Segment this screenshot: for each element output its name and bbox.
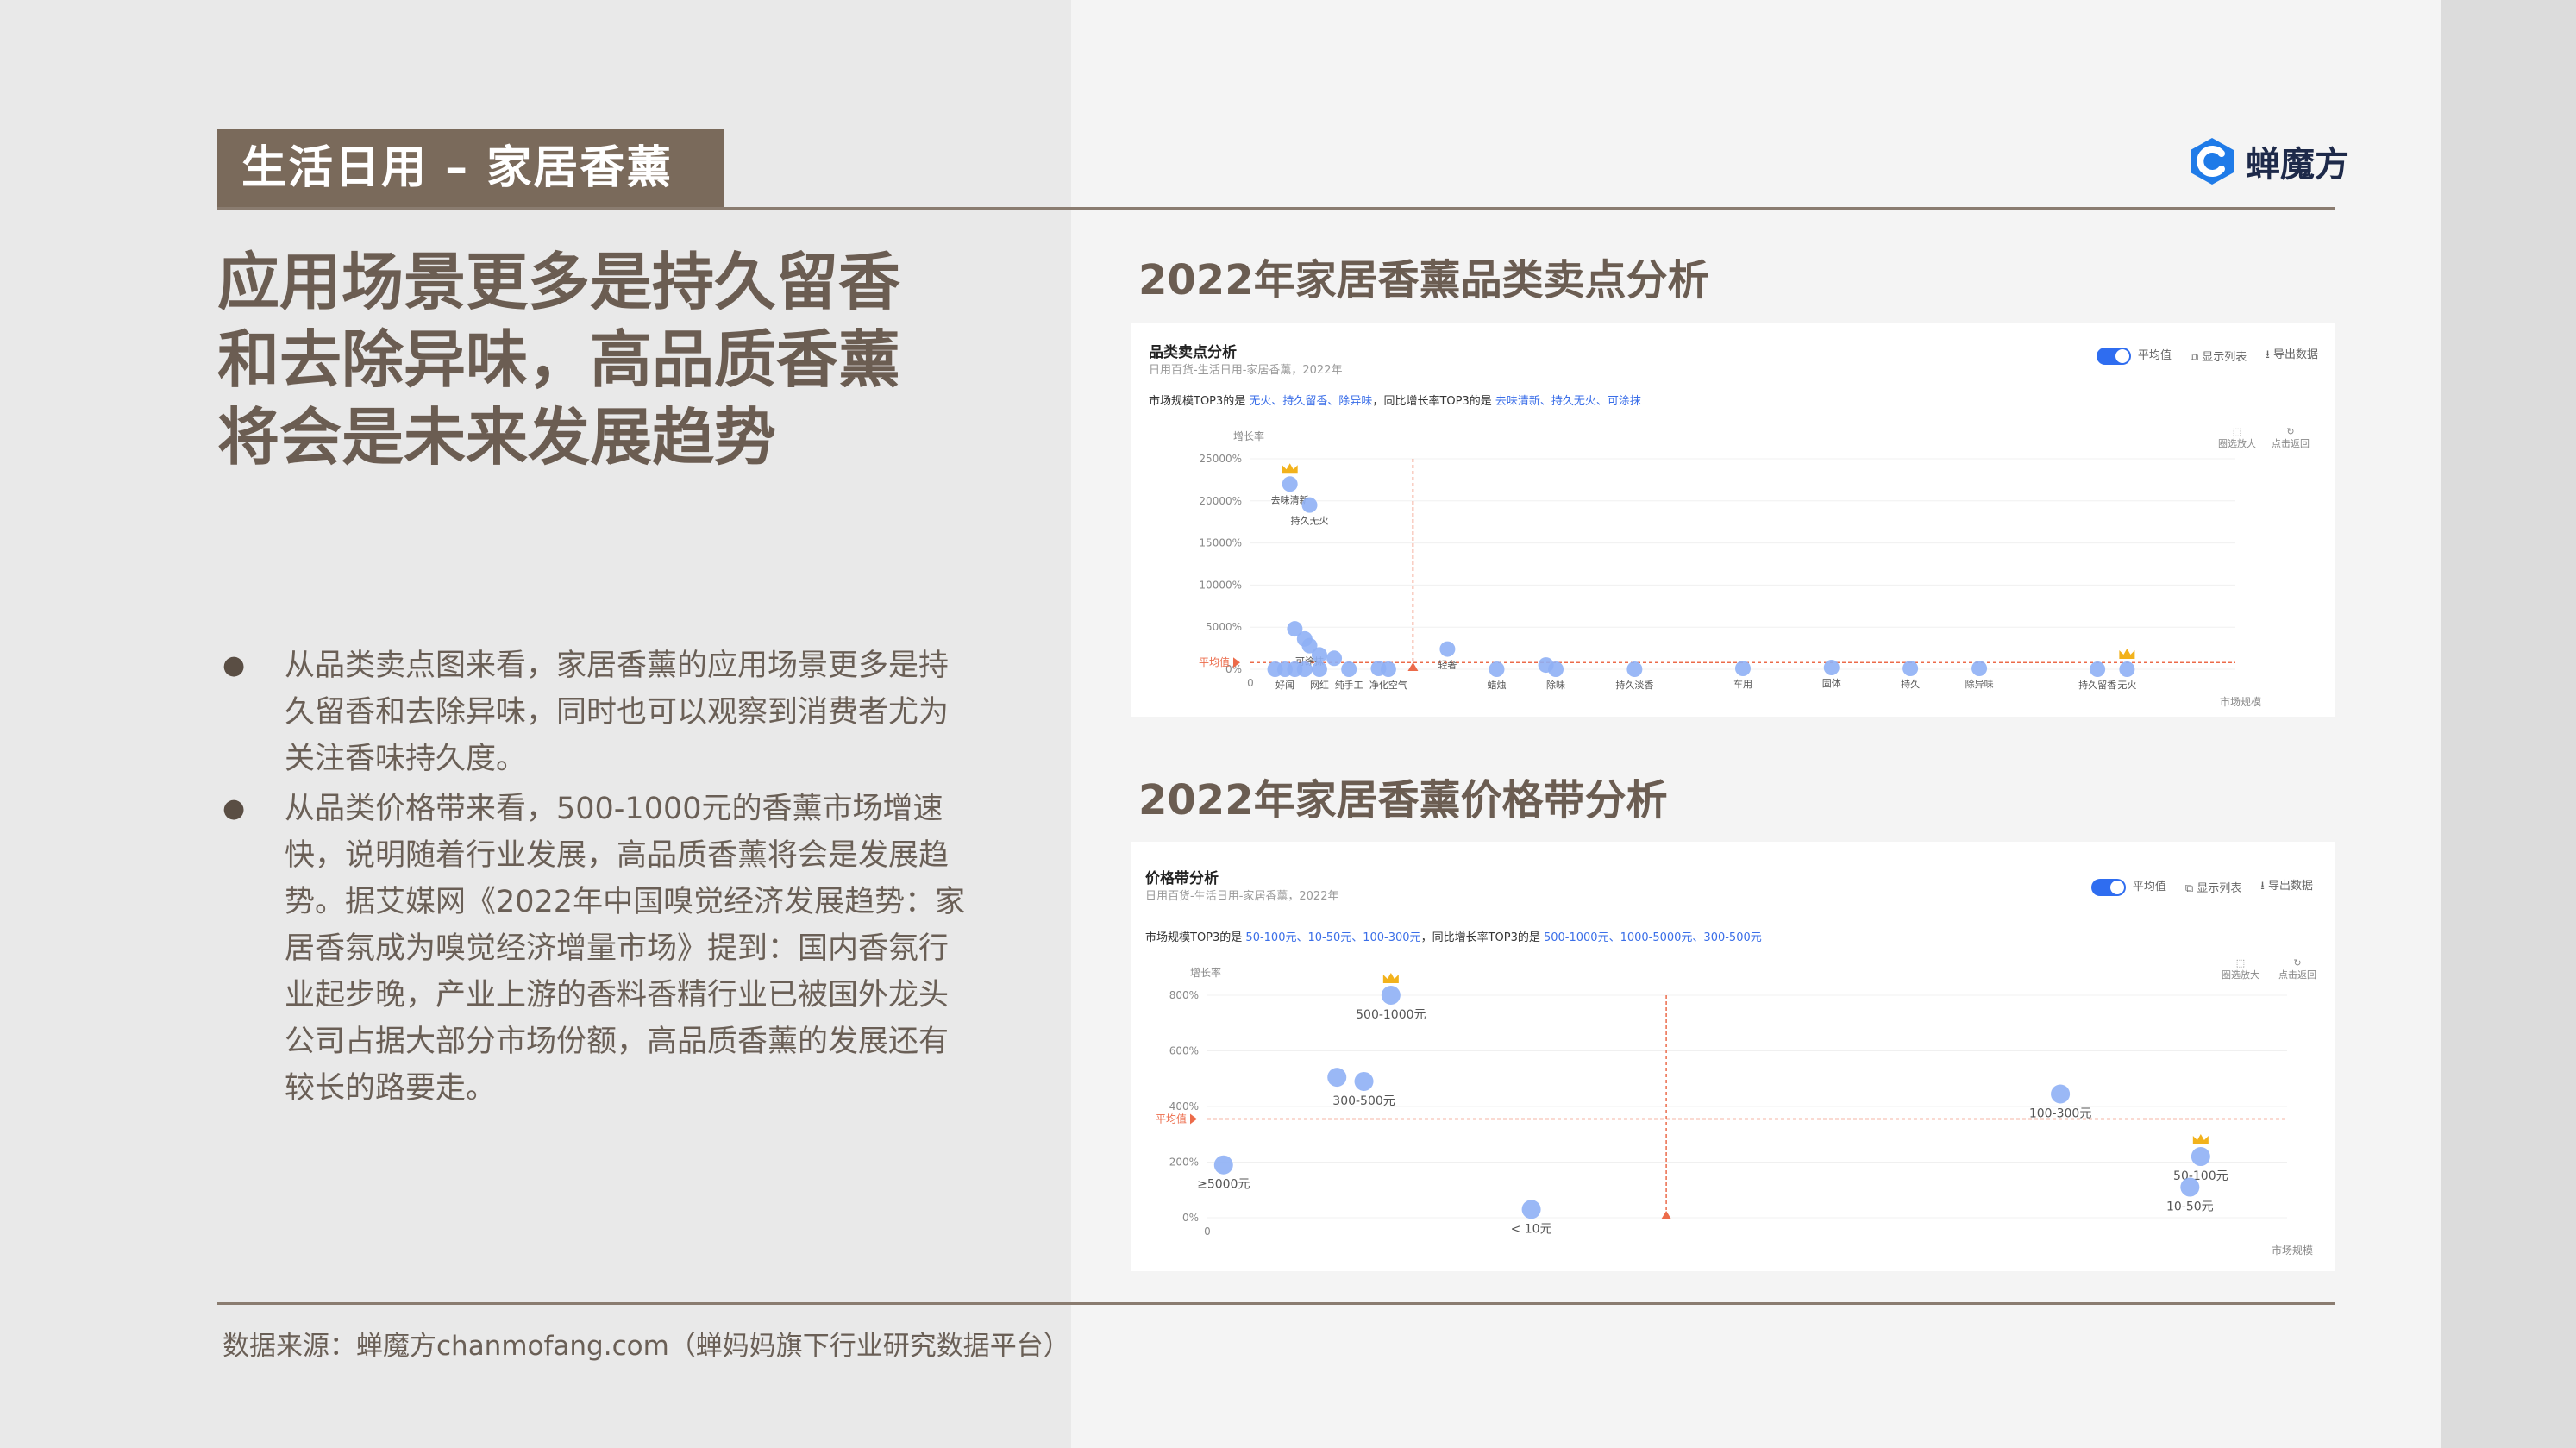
data-point <box>2191 1147 2210 1167</box>
point-label: ≥5000元 <box>1197 1178 1250 1192</box>
point-label: < 10元 <box>1511 1222 1552 1236</box>
point-label: 净化空气 <box>1369 679 1407 691</box>
data-point <box>1971 661 1988 677</box>
point-label: 持久淡香 <box>1615 679 1653 691</box>
bullet-text: 从品类价格带来看，500-1000元的香薰市场增速快，说明随着行业发展，高品质香… <box>285 792 966 1106</box>
data-source: 数据来源：蝉魔方chanmofang.com（蝉妈妈旗下行业研究数据平台） <box>223 1331 1070 1362</box>
data-point <box>1381 986 1401 1005</box>
point-label: 蜡烛 <box>1488 680 1507 691</box>
point-label: 车用 <box>1733 678 1752 690</box>
point-label: 轻奢 <box>1438 659 1457 671</box>
point-label: 网红 <box>1310 680 1329 691</box>
average-marker-icon <box>1407 662 1419 671</box>
point-label: 持久留香 <box>2078 679 2116 691</box>
bullet-text: 从品类卖点图来看，家居香薰的应用场景更多是持久留香和去除异味，同时也可以观察到消… <box>285 649 950 776</box>
brand-logo: 蝉魔方 <box>2187 136 2349 186</box>
data-point <box>1548 661 1564 677</box>
data-point <box>2051 1084 2071 1104</box>
y-tick-label: 0% <box>1182 1212 1199 1224</box>
data-point <box>1823 660 1840 676</box>
data-point <box>1327 1068 1347 1088</box>
y-axis-label: 增长率 <box>1233 429 1264 442</box>
chanmofang-logo-icon <box>2191 138 2234 185</box>
data-point <box>1902 661 1919 677</box>
y-axis-label: 增长率 <box>1190 966 1221 979</box>
headline-line: 和去除异味，高品质香薰 <box>217 323 901 396</box>
y-tick-label: 5000% <box>1206 621 1242 633</box>
scatter-chart-price-band: 增长率 800% 600% 400% 200% 0% 0 市场规模 平均值 500-1000元 30… <box>1156 966 2313 1257</box>
section2-title: 2022年家居香薰价格带分析 <box>1138 776 1668 824</box>
x-origin-label: 0 <box>1247 677 1254 689</box>
data-point <box>1439 641 1456 657</box>
data-point <box>2119 661 2135 677</box>
header-rule <box>217 207 2335 210</box>
brand-name: 蝉魔方 <box>2246 145 2349 185</box>
data-point <box>1489 661 1505 677</box>
point-label: 好闻 <box>1275 679 1294 691</box>
y-tick-label: 800% <box>1169 989 1199 1001</box>
crown-icon <box>2119 649 2135 659</box>
average-label: 平均值 <box>1199 655 1230 668</box>
y-tick-label: 200% <box>1169 1157 1199 1169</box>
y-tick-label: 400% <box>1169 1100 1199 1113</box>
bullet-dot-icon: ● <box>223 650 246 680</box>
crown-icon <box>1382 973 1399 983</box>
average-marker-icon <box>1190 1113 1197 1125</box>
y-tick-label: 20000% <box>1199 495 1242 507</box>
x-origin-label: 0 <box>1204 1225 1211 1238</box>
section-tag: 生活日用 – 家居香薰 <box>217 129 724 208</box>
headline-line: 应用场景更多是持久留香 <box>217 246 901 318</box>
crown-icon <box>1282 463 1298 474</box>
point-label: 纯手工 <box>1335 679 1363 691</box>
data-point <box>1626 661 1643 677</box>
point-label: 50-100元 <box>2173 1169 2228 1183</box>
data-point <box>2180 1177 2200 1197</box>
bullet-item: ● 从品类价格带来看，500-1000元的香薰市场增速快，说明随着行业发展，高品… <box>217 786 976 1112</box>
data-point <box>2090 661 2106 677</box>
right-edge-strip <box>2441 0 2576 1448</box>
y-tick-label: 600% <box>1169 1045 1199 1057</box>
bullet-list: ● 从品类卖点图来看，家居香薰的应用场景更多是持久留香和去除异味，同时也可以观察… <box>217 643 976 1115</box>
footer-rule <box>217 1302 2335 1305</box>
y-tick-label: 10000% <box>1199 579 1242 591</box>
section1-title: 2022年家居香薰品类卖点分析 <box>1138 256 1709 304</box>
headline-line: 将会是未来发展趋势 <box>217 401 777 473</box>
data-point <box>1213 1155 1233 1175</box>
data-point <box>1341 661 1357 677</box>
bullet-item: ● 从品类卖点图来看，家居香薰的应用场景更多是持久留香和去除异味，同时也可以观察… <box>217 643 976 782</box>
data-point <box>1282 476 1298 492</box>
average-marker-icon <box>1661 1211 1672 1219</box>
point-label: 300-500元 <box>1332 1094 1395 1108</box>
data-point <box>1521 1200 1541 1219</box>
panel-selling-points: 品类卖点分析 日用百货-生活日用-家居香薰，2022年 市场规模TOP3的是 无… <box>1131 323 2335 717</box>
crown-icon <box>2192 1134 2209 1145</box>
scatter-chart-selling-points: 增长率25000%20000%15000%10000%5000%0%0市场规模平… <box>1199 429 2261 708</box>
data-point <box>1354 1071 1374 1091</box>
point-label: 固体 <box>1822 677 1841 689</box>
point-label: 持久 <box>1901 678 1920 690</box>
point-label: 500-1000元 <box>1356 1008 1426 1022</box>
bullet-dot-icon: ● <box>223 793 246 824</box>
data-point <box>1296 661 1313 677</box>
data-point <box>1735 661 1751 677</box>
point-label: 除异味 <box>1965 678 1994 690</box>
y-tick-label: 15000% <box>1199 537 1242 549</box>
data-point <box>1311 661 1327 677</box>
y-tick-label: 25000% <box>1199 453 1242 465</box>
point-label: 100-300元 <box>2029 1106 2092 1120</box>
data-point <box>1301 497 1318 513</box>
page-headline: 应用场景更多是持久留香 和去除异味，高品质香薰 将会是未来发展趋势 <box>217 243 993 476</box>
point-label: 10-50元 <box>2166 1200 2214 1214</box>
panel-price-band: 价格带分析 日用百货-生活日用-家居香薰，2022年 市场规模TOP3的是 50… <box>1131 842 2335 1271</box>
point-label: 无火 <box>2117 680 2136 691</box>
point-label: 除味 <box>1546 679 1565 691</box>
x-axis-label: 市场规模 <box>2220 695 2261 708</box>
data-point <box>1326 650 1343 667</box>
data-point <box>1370 661 1387 677</box>
average-label: 平均值 <box>1156 1113 1187 1125</box>
data-point <box>1311 647 1327 663</box>
point-label: 持久无火 <box>1291 515 1329 527</box>
x-axis-label: 市场规模 <box>2272 1244 2313 1257</box>
